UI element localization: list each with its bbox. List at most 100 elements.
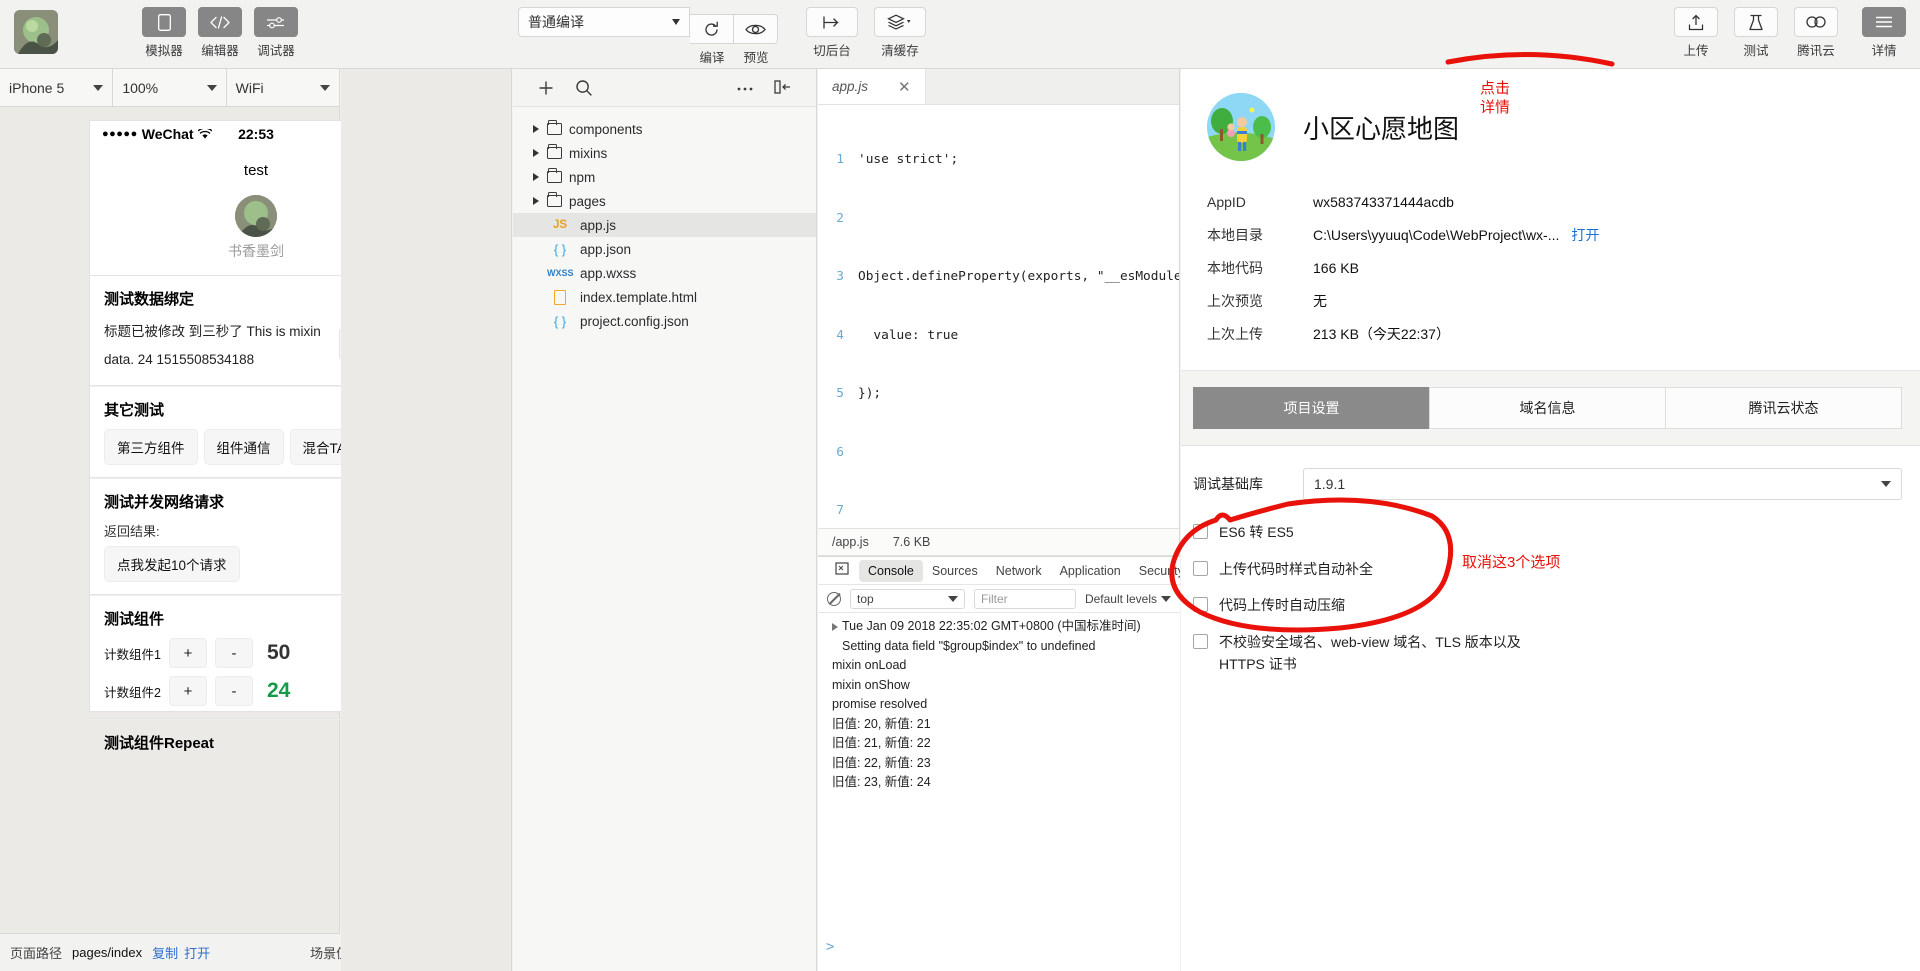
zoom-select[interactable]: 100% [113,69,227,106]
folder-icon [547,168,562,183]
log-level-select[interactable]: Default levels [1085,592,1171,606]
log-entry: mixin onLoad [832,658,907,672]
network-select[interactable]: WiFi [226,69,339,106]
file-row-project-config[interactable]: { } project.config.json [513,309,816,333]
phone-icon[interactable] [142,7,186,37]
detail-tab-tencent-cloud-status[interactable]: 腾讯云状态 [1665,387,1902,429]
file-row-app-wxss[interactable]: WXSS app.wxss [513,261,816,285]
simulator-settings-bar: iPhone 5 100% WiFi [0,69,339,107]
plus-icon[interactable] [537,79,555,97]
console-filter-input[interactable]: Filter [974,588,1076,609]
folder-icon [547,144,562,159]
checkbox-box[interactable] [1193,524,1208,539]
open-path-link[interactable]: 打开 [184,943,210,962]
info-row-last-preview: 上次预览 无 [1207,284,1894,317]
devtools-tab-security[interactable]: Security [1130,560,1180,582]
devtools-icon[interactable] [826,558,859,583]
checkbox-style-autocomplete[interactable]: 上传代码时样式自动补全 [1193,559,1902,581]
file-row-mixins[interactable]: mixins [513,141,816,165]
flask-icon[interactable] [1734,7,1778,37]
toolbar-compile-label: 编译 [699,51,725,65]
devtools-tab-console[interactable]: Console [859,559,923,582]
checkbox-box[interactable] [1193,560,1208,576]
toolbar-editor[interactable]: 编辑器 [198,7,242,59]
toolbar-tencent-cloud[interactable]: 腾讯云 [1794,7,1838,59]
devtools-tab-application[interactable]: Application [1051,560,1130,582]
chevron-right-icon[interactable] [533,149,539,157]
counter2-increment-button[interactable]: + [168,676,207,707]
checkbox-box[interactable] [1193,634,1208,650]
send-requests-button[interactable]: 点我发起10个请求 [104,546,240,583]
project-header: 小区心愿地图 [1181,69,1920,181]
checkbox-label: 代码上传时自动压缩 [1219,597,1345,614]
more-icon-glyph [737,87,753,90]
chevron-right-icon[interactable] [533,197,539,205]
devtools-panel: Console Sources Network Application Secu… [818,556,1180,971]
chevron-right-icon[interactable] [533,125,539,133]
pill-component-comm[interactable]: 组件通信 [203,429,284,466]
chevron-right-icon[interactable] [533,173,539,181]
file-row-app-json[interactable]: { } app.json [513,237,816,261]
toolbar-test[interactable]: 测试 [1734,7,1778,59]
hamburger-icon[interactable] [1862,7,1906,37]
eye-icon[interactable] [734,14,778,44]
collapse-panel-icon[interactable] [774,79,792,97]
pill-third-party[interactable]: 第三方组件 [104,429,198,466]
file-row-components[interactable]: components [513,117,816,141]
toolbar-clear-cache[interactable]: 清缓存 [874,7,926,59]
devtools-tab-network[interactable]: Network [987,560,1051,582]
file-row-pages[interactable]: pages [513,189,816,213]
refresh-icon[interactable] [690,14,734,44]
eye-icon-glyph [745,24,766,34]
background-icon[interactable] [806,7,858,37]
simulator-panel: iPhone 5 100% WiFi ●●●●● WeChat 22:53 te… [0,69,443,971]
counter1-decrement-button[interactable]: - [214,638,253,669]
checkbox-es6-to-es5[interactable]: ES6 转 ES5 [1193,522,1902,544]
toolbar-detail[interactable]: 详情 [1862,7,1906,59]
search-icon[interactable] [575,79,593,97]
toolbar-simulator[interactable]: 模拟器 [142,7,186,59]
file-row-index-template[interactable]: index.template.html [513,285,816,309]
upload-icon[interactable] [1674,7,1718,37]
code-icon[interactable] [198,7,242,37]
toolbar-preview[interactable]: 预览 [734,14,778,66]
device-select[interactable]: iPhone 5 [0,69,114,106]
counter-label: 计数组件1 [104,647,161,662]
more-icon[interactable] [736,79,754,97]
detail-tab-bar: 项目设置 域名信息 腾讯云状态 [1181,371,1920,446]
checkbox-auto-compress[interactable]: 代码上传时自动压缩 [1193,595,1902,617]
clear-console-icon[interactable] [827,591,841,606]
toolbar-debugger[interactable]: 调试器 [254,7,298,59]
toolbar-compile[interactable]: 编译 [690,14,734,66]
toolbar-background[interactable]: 切后台 [806,7,858,59]
toolbar-upload[interactable]: 上传 [1674,7,1718,59]
toolbar-background-label: 切后台 [813,44,851,58]
file-row-npm[interactable]: npm [513,165,816,189]
checkbox-skip-domain-check[interactable]: 不校验安全域名、web-view 域名、TLS 版本以及 HTTPS 证书 [1193,632,1563,675]
detail-tab-project-settings[interactable]: 项目设置 [1193,387,1429,429]
layers-icon[interactable] [874,7,926,37]
open-directory-link[interactable]: 打开 [1571,225,1599,245]
close-icon[interactable]: ✕ [898,78,911,96]
counter2-decrement-button[interactable]: - [214,676,253,707]
editor-tab-app-js[interactable]: app.js ✕ [818,69,926,104]
file-row-app-js[interactable]: JS app.js [513,213,816,237]
context-select[interactable]: top [850,588,965,609]
devtools-tab-sources[interactable]: Sources [923,560,987,582]
sliders-icon[interactable] [254,7,298,37]
chevron-down-icon [319,84,330,91]
compile-group: 普通编译 编译 预览 切后台 清缓存 [518,0,926,66]
copy-path-link[interactable]: 复制 [152,943,184,962]
detail-tab-domain-info[interactable]: 域名信息 [1429,387,1665,429]
base-library-select[interactable]: 1.9.1 [1303,468,1902,500]
console-prompt[interactable]: > [826,939,834,955]
project-logo [1207,93,1275,161]
expand-arrow-icon[interactable] [832,623,838,631]
file-name: pages [569,193,606,209]
compile-mode-select[interactable]: 普通编译 [518,7,690,37]
counter1-increment-button[interactable]: + [168,638,207,669]
user-avatar[interactable] [14,10,58,54]
checkbox-box[interactable] [1193,597,1208,613]
line-text [858,501,1179,521]
cloud-icon[interactable] [1794,7,1838,37]
